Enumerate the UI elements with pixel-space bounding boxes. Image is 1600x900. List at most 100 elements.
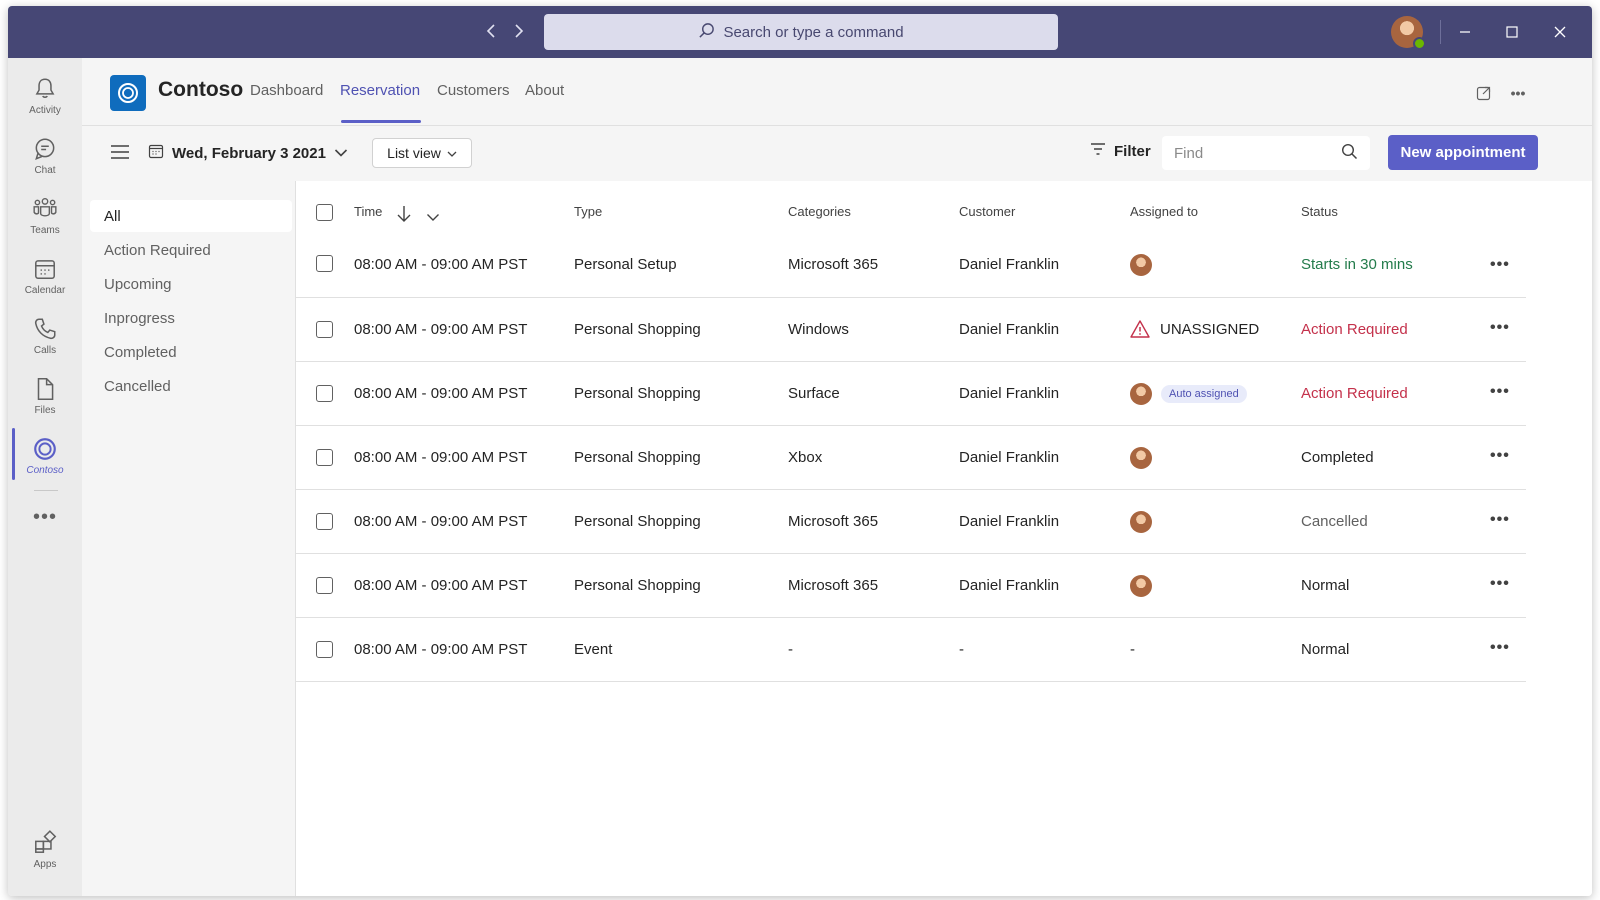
rail-item-files[interactable]: Files bbox=[8, 366, 82, 426]
table-row[interactable]: 08:00 AM - 09:00 AM PST Personal Shoppin… bbox=[296, 362, 1526, 426]
row-more-icon[interactable]: ••• bbox=[1490, 298, 1510, 358]
row-checkbox[interactable] bbox=[316, 255, 333, 272]
table-row[interactable]: 08:00 AM - 09:00 AM PST Personal Shoppin… bbox=[296, 426, 1526, 490]
header-status[interactable]: Status bbox=[1301, 204, 1338, 219]
row-checkbox[interactable] bbox=[316, 513, 333, 530]
phone-icon bbox=[34, 318, 56, 340]
row-more-icon[interactable]: ••• bbox=[1490, 490, 1510, 550]
file-icon bbox=[37, 377, 54, 401]
cell-assigned: - bbox=[1130, 641, 1135, 658]
cell-customer: Daniel Franklin bbox=[959, 513, 1060, 530]
cell-customer: Daniel Franklin bbox=[959, 256, 1060, 273]
table-row[interactable]: 08:00 AM - 09:00 AM PST Event - - - Norm… bbox=[296, 618, 1526, 682]
tab-customers[interactable]: Customers bbox=[437, 82, 510, 99]
title-bar: Search or type a command bbox=[8, 6, 1592, 58]
find-field[interactable] bbox=[1162, 136, 1370, 170]
back-arrow-icon[interactable] bbox=[482, 21, 502, 43]
rail-item-calls[interactable]: Calls bbox=[8, 306, 82, 366]
cell-status: Action Required bbox=[1301, 321, 1408, 338]
cell-status: Completed bbox=[1301, 449, 1374, 466]
assignee-avatar[interactable] bbox=[1130, 383, 1152, 405]
calendar-icon bbox=[35, 260, 55, 279]
rail-label-activity: Activity bbox=[29, 105, 61, 116]
date-picker[interactable]: Wed, February 3 2021 bbox=[148, 140, 348, 166]
rail-item-activity[interactable]: Activity bbox=[8, 66, 82, 126]
tab-reservation[interactable]: Reservation bbox=[340, 82, 420, 99]
row-more-icon[interactable]: ••• bbox=[1490, 235, 1510, 295]
find-input[interactable] bbox=[1174, 144, 1324, 162]
close-icon[interactable] bbox=[1548, 20, 1572, 44]
row-checkbox[interactable] bbox=[316, 641, 333, 658]
assignee-avatar[interactable] bbox=[1130, 575, 1152, 597]
filter-item-completed[interactable]: Completed bbox=[90, 336, 292, 368]
maximize-icon[interactable] bbox=[1500, 20, 1524, 44]
tab-about[interactable]: About bbox=[525, 82, 564, 99]
row-more-icon[interactable]: ••• bbox=[1490, 362, 1510, 422]
rail-label-chat: Chat bbox=[34, 165, 56, 176]
view-select[interactable]: List view bbox=[372, 138, 472, 168]
teams-icon bbox=[33, 198, 57, 217]
presence-available-icon bbox=[1413, 37, 1426, 50]
command-search-bar[interactable]: Search or type a command bbox=[544, 14, 1058, 50]
row-checkbox[interactable] bbox=[316, 321, 333, 338]
row-more-icon[interactable]: ••• bbox=[1490, 618, 1510, 678]
app-title: Contoso bbox=[158, 78, 244, 101]
filter-item-all[interactable]: All bbox=[90, 200, 292, 232]
assignee-avatar[interactable] bbox=[1130, 254, 1152, 276]
cell-customer: Daniel Franklin bbox=[959, 321, 1060, 338]
row-checkbox[interactable] bbox=[316, 577, 333, 594]
filter-item-upcoming[interactable]: Upcoming bbox=[90, 268, 292, 300]
header-customer[interactable]: Customer bbox=[959, 204, 1015, 219]
more-options-icon[interactable]: ••• bbox=[1508, 83, 1528, 103]
menu-icon[interactable] bbox=[110, 144, 130, 160]
popout-icon[interactable] bbox=[1474, 83, 1494, 103]
table-row[interactable]: 08:00 AM - 09:00 AM PST Personal Shoppin… bbox=[296, 554, 1526, 618]
minimize-icon[interactable] bbox=[1453, 20, 1477, 44]
header-time[interactable]: Time bbox=[354, 204, 382, 219]
cell-customer: Daniel Franklin bbox=[959, 449, 1060, 466]
table-row[interactable]: 08:00 AM - 09:00 AM PST Personal Shoppin… bbox=[296, 490, 1526, 554]
cell-category: Surface bbox=[788, 385, 840, 402]
contoso-logo-icon bbox=[34, 438, 56, 460]
cell-type: Personal Shopping bbox=[574, 577, 701, 594]
app-rail: Activity Chat Teams Calendar Calls Files… bbox=[8, 58, 82, 896]
bell-icon bbox=[35, 78, 55, 99]
user-avatar[interactable] bbox=[1391, 16, 1426, 50]
calendar-small-icon bbox=[148, 143, 164, 163]
teams-window: Search or type a command Activity Chat T… bbox=[8, 6, 1592, 896]
select-all-checkbox[interactable] bbox=[316, 204, 333, 221]
rail-item-contoso[interactable]: Contoso bbox=[8, 426, 82, 486]
row-more-icon[interactable]: ••• bbox=[1490, 554, 1510, 614]
row-checkbox[interactable] bbox=[316, 385, 333, 402]
row-checkbox[interactable] bbox=[316, 449, 333, 466]
filter-icon bbox=[1090, 142, 1106, 160]
search-icon[interactable] bbox=[1341, 143, 1358, 164]
forward-arrow-icon[interactable] bbox=[508, 21, 528, 43]
warning-icon bbox=[1130, 319, 1150, 339]
filter-item-action-required[interactable]: Action Required bbox=[90, 234, 292, 266]
rail-item-teams[interactable]: Teams bbox=[8, 186, 82, 246]
filter-item-cancelled[interactable]: Cancelled bbox=[90, 370, 292, 402]
rail-item-apps[interactable]: Apps bbox=[8, 820, 82, 880]
sort-arrow-down-icon[interactable] bbox=[396, 205, 412, 226]
table-row[interactable]: 08:00 AM - 09:00 AM PST Personal Setup M… bbox=[296, 235, 1526, 298]
rail-item-calendar[interactable]: Calendar bbox=[8, 246, 82, 306]
row-more-icon[interactable]: ••• bbox=[1490, 426, 1510, 486]
new-appointment-button[interactable]: New appointment bbox=[1388, 135, 1538, 170]
filter-button[interactable]: Filter bbox=[1090, 142, 1151, 160]
tab-dashboard[interactable]: Dashboard bbox=[250, 82, 323, 99]
chevron-down-icon[interactable] bbox=[426, 210, 440, 225]
header-categories[interactable]: Categories bbox=[788, 204, 851, 219]
cell-unassigned[interactable]: UNASSIGNED bbox=[1160, 298, 1259, 362]
header-assigned-to[interactable]: Assigned to bbox=[1130, 204, 1198, 219]
title-divider bbox=[1440, 20, 1441, 44]
assignee-avatar[interactable] bbox=[1130, 447, 1152, 469]
assignee-avatar[interactable] bbox=[1130, 511, 1152, 533]
more-apps-icon[interactable]: ••• bbox=[8, 506, 82, 529]
rail-separator bbox=[34, 490, 58, 491]
header-type[interactable]: Type bbox=[574, 204, 602, 219]
table-row[interactable]: 08:00 AM - 09:00 AM PST Personal Shoppin… bbox=[296, 298, 1526, 362]
cell-status: Action Required bbox=[1301, 385, 1408, 402]
filter-item-inprogress[interactable]: Inprogress bbox=[90, 302, 292, 334]
rail-item-chat[interactable]: Chat bbox=[8, 126, 82, 186]
